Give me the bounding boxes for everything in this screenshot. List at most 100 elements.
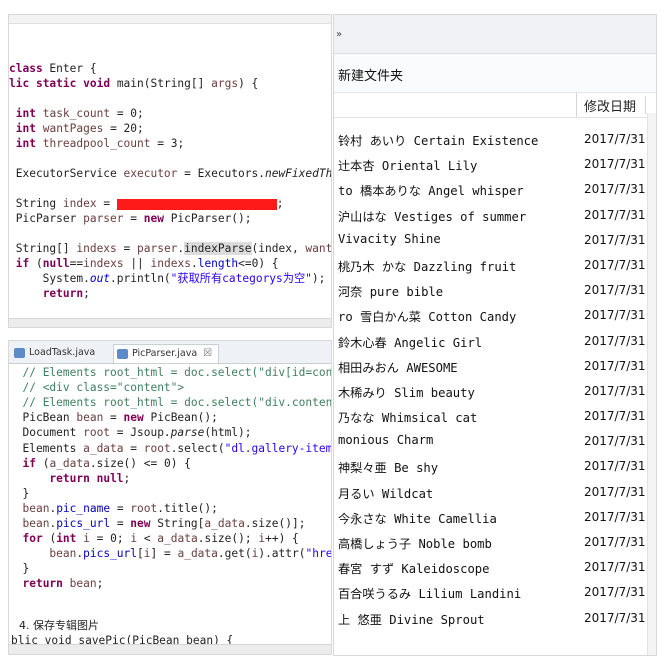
code-token: } xyxy=(9,486,30,500)
code-token: "获取所有categorys为空" xyxy=(170,272,312,285)
code-token: int xyxy=(56,532,77,546)
java-file-icon xyxy=(117,349,128,359)
address-bar[interactable]: » xyxy=(334,15,656,54)
code-token: = xyxy=(96,197,117,210)
vertical-scrollbar[interactable] xyxy=(647,113,656,655)
tab-picparser[interactable]: PicParser.java ☒ xyxy=(113,344,220,363)
folder-name: 桃乃木 かな Dazzling fruit xyxy=(338,259,517,274)
code-editor-picparser[interactable]: LoadTask.java PicParser.java ☒ // Element… xyxy=(8,340,332,655)
folder-row[interactable]: 月るい Wildcat 2017/7/31 xyxy=(334,480,656,505)
code-token: new xyxy=(143,212,164,225)
editor-scrollbar[interactable] xyxy=(9,644,331,654)
folder-modified-date: 2017/7/31 xyxy=(584,560,646,575)
folder-row[interactable]: 今永さな White Camellia 2017/7/31 xyxy=(334,505,656,530)
folder-row[interactable]: 乃なな Whimsical cat 2017/7/31 xyxy=(334,404,656,429)
code-line: System.out.println("获取所有categorys为空"); xyxy=(9,271,326,286)
code-token: // Elements root_html = doc.select("div.… xyxy=(22,396,332,410)
folder-modified-date: 2017/7/31 xyxy=(584,509,646,524)
folder-row[interactable]: 高橋しょう子 Noble bomb 2017/7/31 xyxy=(334,530,656,555)
code-line: return null; xyxy=(9,471,130,486)
code-token: int xyxy=(15,137,36,150)
code-token: return xyxy=(49,471,90,485)
close-icon[interactable]: ☒ xyxy=(203,348,212,359)
code-line: int task_count = 0; xyxy=(9,106,144,121)
code-token: ).attr( xyxy=(258,547,306,561)
code-token: ; xyxy=(83,287,90,300)
folder-row[interactable]: 春宮 すず Kaleidoscope 2017/7/31 xyxy=(334,555,656,580)
screenshot-collage: class Enter {lic static void main(String… xyxy=(0,0,665,665)
code-token: int xyxy=(15,122,36,135)
folder-row[interactable]: 相田みおん AWESOME 2017/7/31 xyxy=(334,354,656,379)
code-token: Enter { xyxy=(42,62,97,75)
folder-row[interactable]: 神梨々亜 Be shy 2017/7/31 xyxy=(334,454,656,479)
code-line: } xyxy=(9,561,29,576)
chevron-right-icon[interactable]: » xyxy=(336,29,342,40)
code-token: ; xyxy=(96,577,104,591)
code-token: PicBean xyxy=(9,411,77,425)
code-token: ; xyxy=(276,197,284,210)
code-token: indexs xyxy=(76,242,117,255)
code-token: "hre xyxy=(305,547,332,561)
folder-name: monious Charm xyxy=(338,433,434,448)
code-token: main(String[] xyxy=(110,77,212,90)
column-header-date[interactable]: 修改日期 xyxy=(584,96,636,115)
folder-row[interactable]: Vivacity Shine 2017/7/31 xyxy=(334,228,656,253)
folder-row[interactable]: 辻本杏 Oriental Lily 2017/7/31 xyxy=(334,152,656,177)
code-token: out xyxy=(89,272,111,285)
folder-row[interactable]: 河奈 pure bible 2017/7/31 xyxy=(334,278,656,303)
folder-row[interactable]: 上 悠亜 Divine Sprout 2017/7/31 xyxy=(334,606,656,631)
code-token: task_count xyxy=(42,107,111,120)
code-line: class Enter { xyxy=(9,61,97,76)
code-token: [ xyxy=(137,547,144,561)
code-token: bean xyxy=(49,547,77,561)
code-token: = 3; xyxy=(150,137,185,150)
editor-scrollbar[interactable] xyxy=(9,318,331,327)
code-token: (index, xyxy=(251,242,306,255)
column-divider[interactable] xyxy=(645,96,654,114)
code-token: bean xyxy=(69,577,97,591)
code-line: if (a_data.size() <= 0) { xyxy=(9,456,191,471)
code-token: "dl.gallery-item xyxy=(224,441,332,455)
folder-row[interactable]: 桃乃木 かな Dazzling fruit 2017/7/31 xyxy=(334,253,656,278)
code-token: new xyxy=(130,517,151,530)
code-token: .size() <= 0) { xyxy=(89,456,191,470)
code-token: = 20; xyxy=(103,122,144,135)
folder-row[interactable]: 铃村 あいり Certain Existence 2017/7/31 xyxy=(334,127,656,152)
folder-row[interactable]: 沪山はな Vestiges of summer 2017/7/31 xyxy=(334,203,656,228)
code-token: (html); xyxy=(204,426,252,440)
folder-row[interactable]: to 橋本ありな Angel whisper 2017/7/31 xyxy=(334,177,656,202)
tab-loadtask[interactable]: LoadTask.java xyxy=(11,344,95,362)
column-divider[interactable] xyxy=(576,93,577,117)
folder-modified-date: 2017/7/31 xyxy=(584,585,646,600)
code-token: i xyxy=(83,532,90,546)
code-token: a_data xyxy=(157,532,198,546)
folder-name: Vivacity Shine xyxy=(338,231,441,246)
folder-row[interactable]: 木稀みり Slim beauty 2017/7/31 xyxy=(334,379,656,404)
new-folder-button[interactable]: 新建文件夹 xyxy=(338,65,403,84)
folder-row[interactable]: 鈴木心春 Angelic Girl 2017/7/31 xyxy=(334,329,656,354)
code-token: root xyxy=(130,501,158,515)
redacted-value xyxy=(116,198,277,210)
code-token: = xyxy=(116,242,137,255)
code-token: null xyxy=(96,471,124,485)
folder-name: 上 悠亜 Divine Sprout xyxy=(338,612,485,627)
folder-row[interactable]: monious Charm 2017/7/31 xyxy=(334,429,656,454)
code-token: args xyxy=(211,77,239,90)
folder-name: 百合咲うるみ Lilium Landini xyxy=(338,587,522,602)
code-token: want xyxy=(305,242,332,255)
code-token: == xyxy=(69,257,84,270)
folder-row[interactable]: ro 雪白かん菜 Cotton Candy 2017/7/31 xyxy=(334,303,656,328)
folder-modified-date: 2017/7/31 xyxy=(584,610,646,625)
folder-row[interactable]: 百合咲うるみ Lilium Landini 2017/7/31 xyxy=(334,580,656,605)
code-token: root xyxy=(83,426,111,440)
code-token: .size()]; xyxy=(244,517,306,530)
code-token: ) { xyxy=(238,77,259,90)
code-token: ExecutorService xyxy=(9,167,124,180)
code-token: ( xyxy=(29,257,43,270)
code-editor-enter[interactable]: class Enter {lic static void main(String… xyxy=(8,14,332,328)
code-token: threadpool_count xyxy=(42,137,151,150)
code-token: } xyxy=(9,562,30,576)
